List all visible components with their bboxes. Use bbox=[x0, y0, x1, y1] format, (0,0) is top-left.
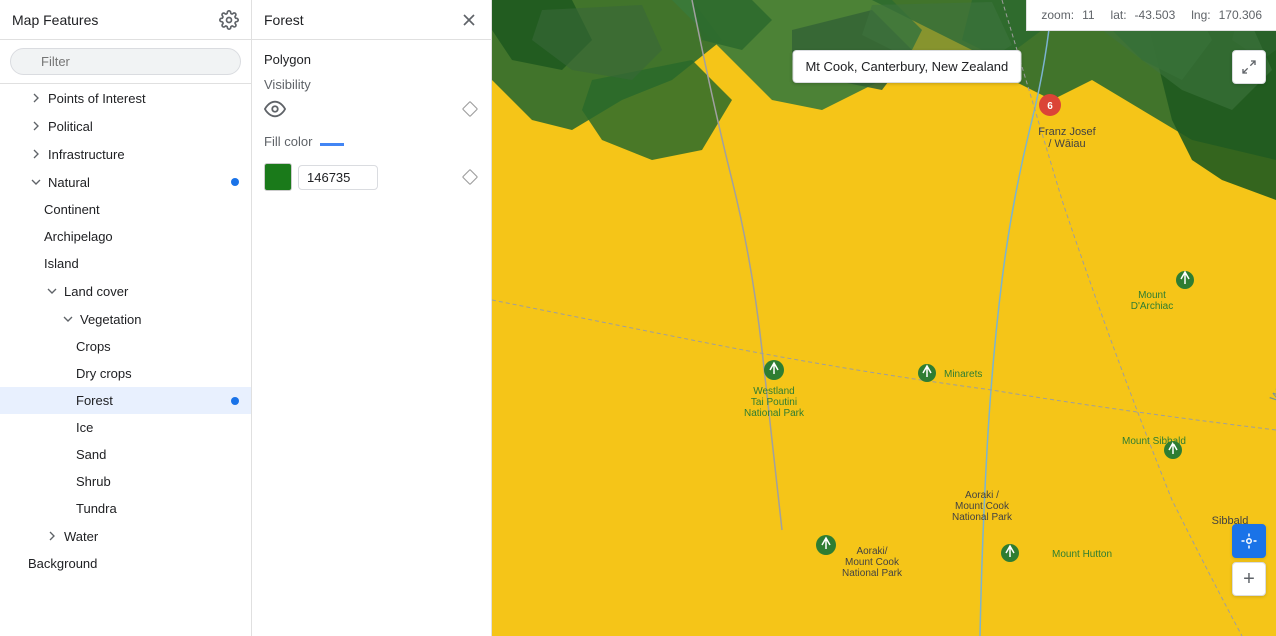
svg-text:Franz Josef: Franz Josef bbox=[1038, 126, 1096, 138]
sidebar-item-label: Points of Interest bbox=[48, 91, 239, 106]
svg-text:Aoraki /: Aoraki / bbox=[965, 490, 999, 501]
sidebar-item-label: Political bbox=[48, 119, 239, 134]
eye-icon[interactable] bbox=[264, 98, 286, 120]
diamond-icon[interactable] bbox=[461, 100, 479, 118]
coord-bar: zoom: 11 lat: -43.503 lng: 170.306 bbox=[1026, 0, 1276, 31]
svg-text:National Park: National Park bbox=[842, 568, 903, 579]
color-hex-input[interactable] bbox=[298, 165, 378, 190]
svg-text:Mount Cook: Mount Cook bbox=[955, 501, 1010, 512]
lat-label: lat: bbox=[1111, 8, 1127, 22]
sidebar-item-label: Dry crops bbox=[76, 366, 239, 381]
sidebar-item-infrastructure[interactable]: Infrastructure bbox=[0, 140, 251, 168]
svg-text:Mount Cook: Mount Cook bbox=[845, 557, 900, 568]
sidebar-item-label: Natural bbox=[48, 175, 227, 190]
sidebar-item-political[interactable]: Political bbox=[0, 112, 251, 140]
color-swatch[interactable] bbox=[264, 163, 292, 191]
gear-icon[interactable] bbox=[219, 10, 239, 30]
sidebar-item-forest[interactable]: Forest bbox=[0, 387, 251, 414]
map-svg: 6 Franz Josef / Wāiau WEST COAST CANTERB… bbox=[492, 0, 1276, 636]
svg-text:Mount Sibbald: Mount Sibbald bbox=[1122, 436, 1186, 447]
sidebar-item-land-cover[interactable]: Land cover bbox=[0, 277, 251, 305]
sidebar-item-label: Continent bbox=[44, 202, 239, 217]
svg-text:Mount Hutton: Mount Hutton bbox=[1052, 549, 1112, 560]
sidebar-item-island[interactable]: Island bbox=[0, 250, 251, 277]
sidebar-item-water[interactable]: Water bbox=[0, 522, 251, 550]
sidebar-item-label: Vegetation bbox=[80, 312, 239, 327]
sidebar-item-background[interactable]: Background bbox=[0, 550, 251, 577]
svg-text:6: 6 bbox=[1047, 101, 1053, 112]
detail-title: Forest bbox=[264, 12, 304, 28]
sidebar-item-points-of-interest[interactable]: Points of Interest bbox=[0, 84, 251, 112]
lng-label: lng: bbox=[1191, 8, 1210, 22]
location-button[interactable] bbox=[1232, 524, 1266, 558]
fill-color-line bbox=[320, 143, 344, 146]
sidebar-item-label: Archipelago bbox=[44, 229, 239, 244]
sidebar-item-tundra[interactable]: Tundra bbox=[0, 495, 251, 522]
sidebar-item-shrub[interactable]: Shrub bbox=[0, 468, 251, 495]
lat-value: -43.503 bbox=[1135, 8, 1176, 22]
active-dot bbox=[231, 178, 239, 186]
visibility-label: Visibility bbox=[264, 77, 479, 92]
sidebar-item-label: Shrub bbox=[76, 474, 239, 489]
sidebar-item-label: Tundra bbox=[76, 501, 239, 516]
sidebar-item-label: Sand bbox=[76, 447, 239, 462]
fill-color-row: Fill color bbox=[264, 134, 479, 155]
fullscreen-icon bbox=[1241, 59, 1257, 75]
sidebar-item-label: Background bbox=[28, 556, 239, 571]
filter-bar bbox=[0, 40, 251, 84]
sidebar-item-natural[interactable]: Natural bbox=[0, 168, 251, 196]
sidebar-item-label: Water bbox=[64, 529, 239, 544]
sidebar-item-vegetation[interactable]: Vegetation bbox=[0, 305, 251, 333]
zoom-in-icon: + bbox=[1243, 569, 1255, 589]
color-input-row bbox=[264, 163, 479, 191]
sidebar-item-label: Crops bbox=[76, 339, 239, 354]
active-dot bbox=[231, 397, 239, 405]
sidebar-item-label: Infrastructure bbox=[48, 147, 239, 162]
fill-color-label: Fill color bbox=[264, 134, 312, 149]
svg-text:Mount: Mount bbox=[1138, 290, 1166, 301]
map-area[interactable]: zoom: 11 lat: -43.503 lng: 170.306 Mt Co… bbox=[492, 0, 1276, 636]
sidebar-header: Map Features bbox=[0, 0, 251, 40]
location-icon bbox=[1240, 532, 1258, 550]
sidebar-item-ice[interactable]: Ice bbox=[0, 414, 251, 441]
fullscreen-button[interactable] bbox=[1232, 50, 1266, 84]
sidebar-item-label: Forest bbox=[76, 393, 227, 408]
close-icon[interactable] bbox=[459, 10, 479, 30]
sidebar: Map Features Points of Interest bbox=[0, 0, 252, 636]
svg-text:Aoraki/: Aoraki/ bbox=[856, 546, 887, 557]
sidebar-item-label: Land cover bbox=[64, 284, 239, 299]
tree-container: Points of Interest Political Infrastruct… bbox=[0, 84, 251, 636]
svg-text:/ Wāiau: / Wāiau bbox=[1048, 138, 1085, 150]
detail-content: Polygon Visibility Fill color bbox=[252, 40, 491, 203]
svg-text:Tai Poutini: Tai Poutini bbox=[751, 397, 797, 408]
detail-header: Forest bbox=[252, 0, 491, 40]
sidebar-item-label: Island bbox=[44, 256, 239, 271]
lng-value: 170.306 bbox=[1219, 8, 1262, 22]
sidebar-item-continent[interactable]: Continent bbox=[0, 196, 251, 223]
svg-text:National Park: National Park bbox=[744, 408, 805, 419]
visibility-row bbox=[264, 98, 479, 120]
map-tooltip: Mt Cook, Canterbury, New Zealand bbox=[792, 50, 1021, 83]
sidebar-item-sand[interactable]: Sand bbox=[0, 441, 251, 468]
zoom-label: zoom: bbox=[1041, 8, 1074, 22]
filter-wrapper bbox=[10, 48, 241, 75]
zoom-value: 11 bbox=[1082, 8, 1094, 22]
diamond-icon-fill[interactable] bbox=[461, 168, 479, 186]
zoom-in-button[interactable]: + bbox=[1232, 562, 1266, 596]
svg-text:National Park: National Park bbox=[952, 512, 1013, 523]
section-label: Polygon bbox=[264, 52, 479, 67]
sidebar-title: Map Features bbox=[12, 12, 98, 28]
svg-text:D'Archiac: D'Archiac bbox=[1131, 301, 1173, 312]
sidebar-item-label: Ice bbox=[76, 420, 239, 435]
detail-panel: Forest Polygon Visibility Fill color bbox=[252, 0, 492, 636]
sidebar-item-dry-crops[interactable]: Dry crops bbox=[0, 360, 251, 387]
filter-input[interactable] bbox=[10, 48, 241, 75]
map-controls: + bbox=[1232, 524, 1266, 596]
tooltip-text: Mt Cook, Canterbury, New Zealand bbox=[805, 59, 1008, 74]
svg-text:Westland: Westland bbox=[753, 386, 795, 397]
sidebar-item-crops[interactable]: Crops bbox=[0, 333, 251, 360]
sidebar-item-archipelago[interactable]: Archipelago bbox=[0, 223, 251, 250]
svg-text:Minarets: Minarets bbox=[944, 369, 982, 380]
